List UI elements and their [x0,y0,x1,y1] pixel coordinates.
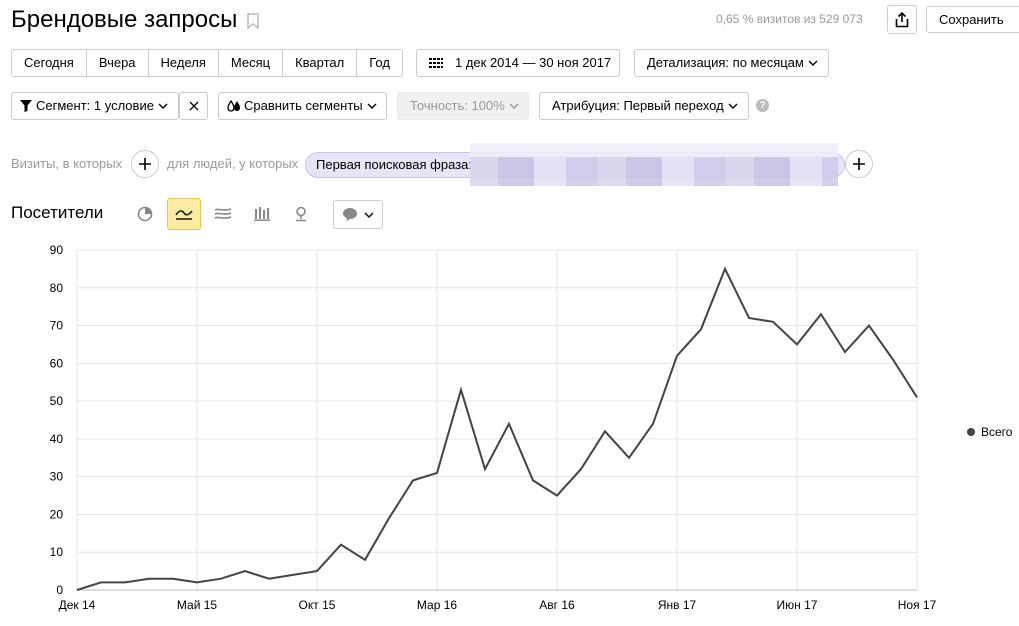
area-chart-icon [214,208,232,219]
legend-label: Всего [981,425,1013,439]
section-title: Посетители [11,203,104,222]
compare-segments-dropdown[interactable]: Сравнить сегменты [218,92,387,120]
segment-label: Сегмент: 1 условие [36,98,154,113]
close-icon [189,101,198,111]
x-tick-label: Авг 16 [539,598,575,612]
map-pin-icon [296,206,306,222]
chart-type-pie-button[interactable] [128,198,162,230]
date-range-button[interactable]: 1 дек 2014 — 30 ноя 2017 [416,49,620,77]
comment-icon [343,208,357,221]
attribution-dropdown[interactable]: Атрибуция: Первый переход [539,92,749,120]
chevron-down-icon [158,103,168,109]
period-month[interactable]: Месяц [218,50,284,76]
attribution-label: Атрибуция: Первый переход [552,98,724,113]
period-week[interactable]: Неделя [148,50,219,76]
y-tick-label: 80 [50,281,64,295]
visitors-line-chart: 0 10 20 30 40 50 60 70 80 90 Дек 14 Май 15 Окт 15 Мар… [50,243,937,612]
clear-segment-button[interactable] [179,92,208,120]
x-tick-label: Янв 17 [658,598,697,612]
drops-icon [227,100,240,112]
y-tick-label: 50 [50,394,64,408]
annotations-dropdown[interactable] [333,200,383,229]
period-quarter[interactable]: Квартал [283,50,358,76]
filter-icon [20,100,32,112]
y-tick-label: 90 [50,243,64,257]
chart-legend[interactable]: Всего [967,425,1012,439]
x-tick-label: Дек 14 [59,598,96,612]
x-tick-label: Мар 16 [417,598,457,612]
y-tick-label: 20 [50,507,64,521]
share-button[interactable] [887,5,917,34]
calendar-grid-icon [429,58,443,68]
x-tick-label: Май 15 [177,598,218,612]
y-tick-label: 60 [50,356,64,370]
plus-icon [853,158,865,170]
pie-chart-icon [137,206,153,222]
page-title: Брендовые запросы [11,6,238,33]
period-yesterday[interactable]: Вчера [86,50,149,76]
detail-dropdown[interactable]: Детализация: по месяцам [634,49,829,77]
chevron-down-icon [364,212,374,218]
condition-label: Первая поисковая фраза: [316,157,472,172]
visits-share-info: 0,65 % визитов из 529 073 [716,12,863,26]
chevron-down-icon [509,103,519,109]
chevron-down-icon [728,103,738,109]
accuracy-label: Точность: 100% [410,98,505,113]
compare-segments-label: Сравнить сегменты [244,98,363,113]
period-selector: Сегодня Вчера Неделя Месяц Квартал Год [11,49,403,77]
chevron-down-icon [367,103,377,109]
y-tick-label: 10 [50,545,64,559]
redacted-value [470,143,838,186]
add-people-condition-button[interactable] [845,150,873,178]
series-line-total [76,266,918,591]
people-condition-label: для людей, у которых [167,156,299,171]
x-tick-label: Ноя 17 [898,598,937,612]
save-button[interactable]: Сохранить [926,6,1019,33]
period-year[interactable]: Год [357,50,402,76]
visits-condition-label: Визиты, в которых [11,156,123,171]
x-tick-label: Июн 17 [777,598,818,612]
chart-type-map-button[interactable] [284,198,318,230]
line-chart-icon [175,210,193,220]
help-icon[interactable]: ? [756,99,769,112]
accuracy-dropdown: Точность: 100% [397,92,529,120]
x-tick-label: Окт 15 [299,598,336,612]
y-tick-label: 0 [56,583,63,597]
share-icon [895,11,909,27]
y-tick-label: 40 [50,432,64,446]
add-visit-condition-button[interactable] [131,150,159,178]
y-tick-label: 30 [50,470,64,484]
chevron-down-icon [808,60,818,66]
bar-chart-icon [254,207,270,221]
y-tick-label: 70 [50,319,64,333]
bookmark-icon[interactable] [247,13,259,29]
chart-type-area-button[interactable] [206,198,240,230]
segment-dropdown[interactable]: Сегмент: 1 условие [11,92,179,120]
date-range-label: 1 дек 2014 — 30 ноя 2017 [455,55,612,70]
chart-type-bar-button[interactable] [245,198,279,230]
chart-type-line-button[interactable] [167,198,201,230]
plus-icon [139,158,151,170]
legend-marker [967,428,975,436]
period-today[interactable]: Сегодня [12,50,87,76]
detail-label: Детализация: по месяцам [647,55,804,70]
